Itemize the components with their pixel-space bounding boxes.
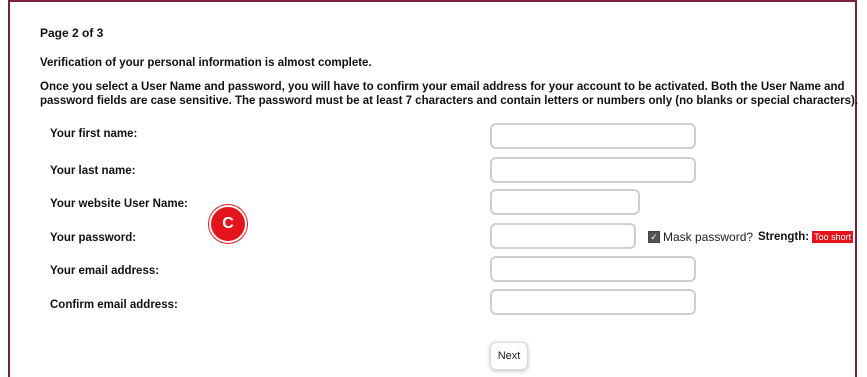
page-indicator: Page 2 of 3: [40, 26, 104, 40]
first-name-input[interactable]: [490, 123, 696, 149]
mask-password-option[interactable]: ✓ Mask password?: [648, 230, 753, 244]
strength-badge: Too short: [812, 231, 854, 243]
email-label: Your email address:: [50, 265, 160, 277]
confirm-email-input[interactable]: [490, 289, 696, 315]
confirm-email-label: Confirm email address:: [50, 299, 178, 311]
password-input[interactable]: [490, 223, 636, 249]
form-container: Page 2 of 3 Verification of your persona…: [8, 0, 858, 377]
last-name-label: Your last name:: [50, 165, 136, 177]
annotation-marker: C: [209, 205, 247, 243]
last-name-input[interactable]: [490, 157, 696, 183]
username-input[interactable]: [490, 189, 640, 215]
instructions-text: Once you select a User Name and password…: [40, 81, 859, 107]
next-button[interactable]: Next: [490, 342, 528, 370]
username-label: Your website User Name:: [50, 198, 188, 210]
password-label: Your password:: [50, 232, 137, 244]
first-name-label: Your first name:: [50, 128, 138, 140]
password-strength: Strength: Too short: [758, 231, 854, 243]
strength-label: Strength:: [758, 231, 810, 243]
mask-password-checkbox[interactable]: ✓: [648, 231, 660, 243]
email-input[interactable]: [490, 256, 696, 282]
verification-heading: Verification of your personal informatio…: [40, 57, 372, 69]
mask-password-label: Mask password?: [663, 230, 754, 244]
